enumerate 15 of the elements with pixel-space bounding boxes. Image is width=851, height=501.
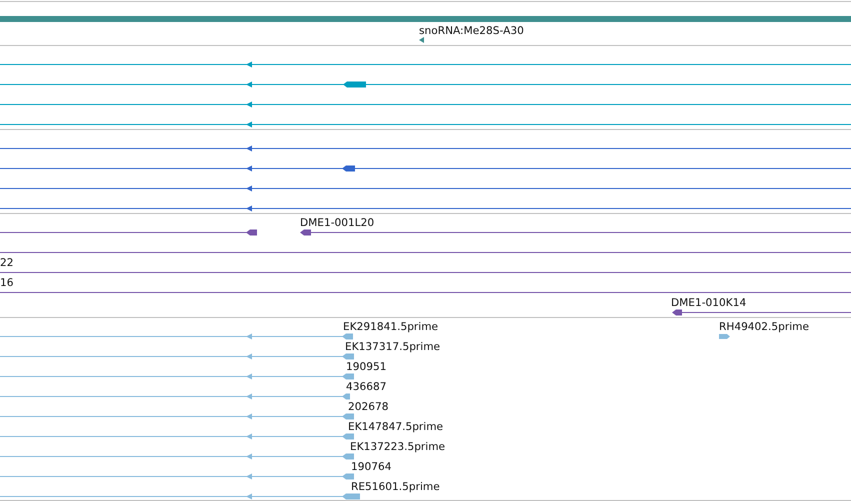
- feature-label: DME1-010K14: [671, 297, 746, 309]
- feature-label: RH49402.5prime: [719, 321, 809, 333]
- feature-label: 202678: [348, 401, 388, 413]
- feature-label: snoRNA:Me28S-A30: [419, 25, 524, 37]
- feature-label: EK137317.5prime: [345, 341, 440, 353]
- feature-label: 436687: [346, 381, 386, 393]
- feature-label: EK147847.5prime: [348, 421, 444, 433]
- feature-label: EK137223.5prime: [350, 441, 446, 453]
- feature-label: 22: [0, 257, 14, 269]
- feature-label: EK291841.5prime: [343, 321, 438, 333]
- feature-label: 190951: [346, 361, 386, 373]
- feature-label: DME1-001L20: [300, 217, 374, 229]
- feature-label: RE51601.5prime: [351, 481, 440, 493]
- feature-label: 190764: [351, 461, 392, 473]
- feature-label: 16: [0, 277, 14, 289]
